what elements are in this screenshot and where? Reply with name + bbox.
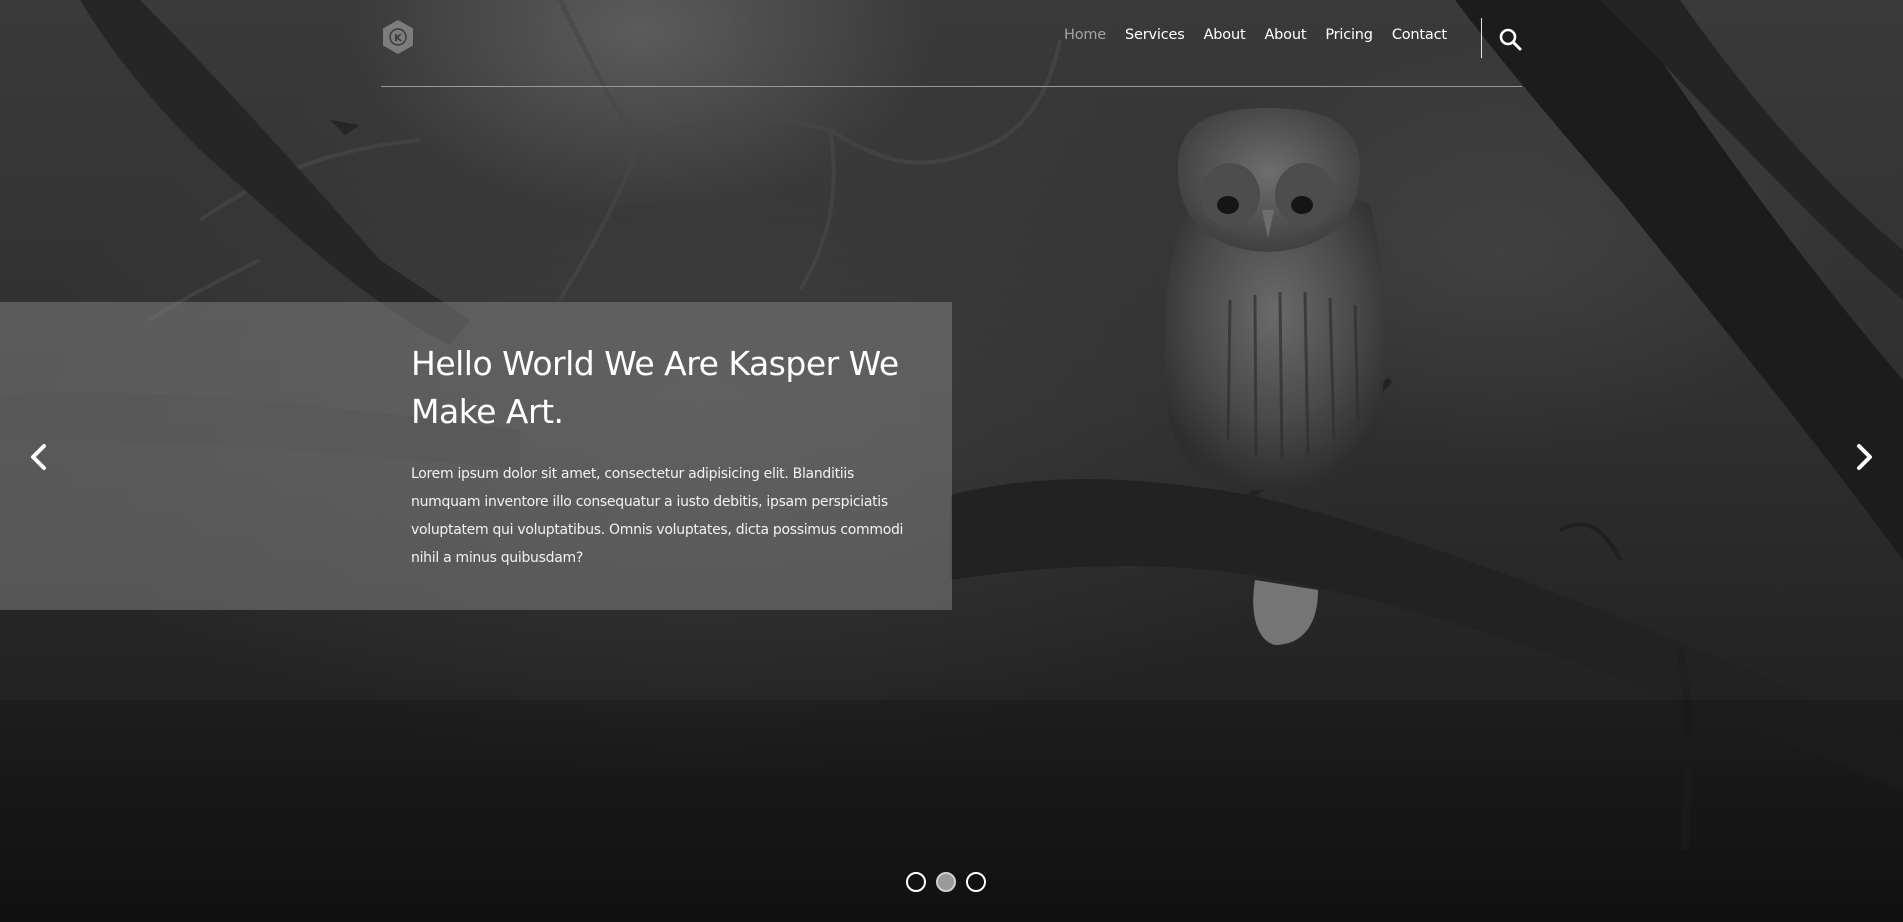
- chevron-right-icon[interactable]: [1851, 441, 1877, 473]
- nav-link-pricing[interactable]: Pricing: [1325, 27, 1373, 43]
- slide-caption: Hello World We Are Kasper We Make Art. L…: [0, 302, 952, 610]
- slider-dot-2[interactable]: [936, 872, 956, 892]
- main-nav: Home Services About About Pricing Contac…: [1064, 27, 1466, 43]
- slider-dot-1[interactable]: [906, 872, 926, 892]
- nav-link-about-2[interactable]: About: [1264, 27, 1306, 43]
- slide-text: Lorem ipsum dolor sit amet, consectetur …: [411, 466, 904, 566]
- slider-dots: [906, 872, 986, 892]
- nav-link-about[interactable]: About: [1204, 27, 1246, 43]
- nav-divider: [1481, 18, 1482, 58]
- nav-link-services[interactable]: Services: [1125, 27, 1185, 43]
- chevron-left-icon[interactable]: [26, 441, 52, 473]
- hero-slider: K Home Services About About Pricing Cont…: [0, 0, 1903, 922]
- header-divider: [381, 86, 1522, 87]
- search-icon[interactable]: [1498, 27, 1522, 51]
- nav-link-contact[interactable]: Contact: [1392, 27, 1447, 43]
- logo-letter: K: [394, 33, 403, 44]
- nav-link-home[interactable]: Home: [1064, 27, 1106, 43]
- slider-dot-3[interactable]: [966, 872, 986, 892]
- slide-title: Hello World We Are Kasper We Make Art.: [411, 344, 899, 431]
- kasper-logo[interactable]: K: [381, 19, 415, 55]
